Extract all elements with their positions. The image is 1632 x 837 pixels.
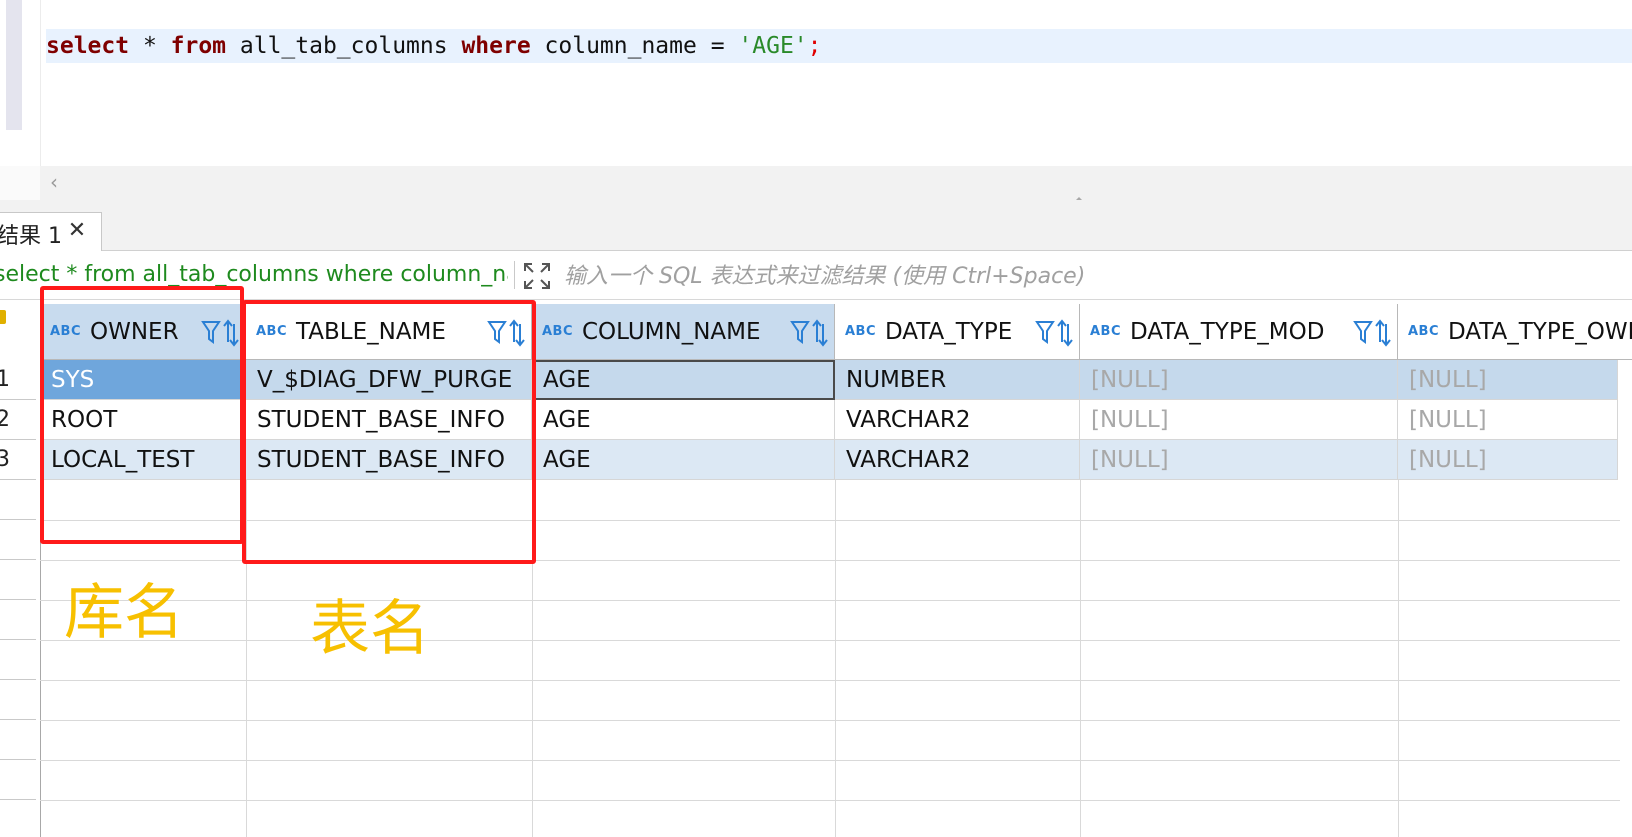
row-number[interactable]: 3 (0, 440, 36, 480)
row-number-empty (0, 800, 36, 837)
lock-icon (0, 310, 6, 324)
sql-keyword-from: from (170, 33, 227, 59)
filter-expression-input[interactable] (562, 257, 1626, 295)
grid-line (40, 760, 1620, 761)
cell-column-name[interactable]: AGE (532, 400, 835, 440)
column-header-data-type-mod[interactable]: ABC DATA_TYPE_MOD (1080, 304, 1398, 360)
row-number[interactable]: 2 (0, 400, 36, 440)
sql-condition: column_name = (530, 33, 739, 59)
row-number-empty (0, 760, 36, 800)
scroll-corner (0, 166, 40, 200)
column-header-label: DATA_TYPE_OWNER (1448, 319, 1632, 345)
filter-sort-icon[interactable] (1353, 318, 1391, 348)
cell-data-type-owner[interactable]: [NULL] (1398, 360, 1618, 400)
grid-line (40, 680, 1620, 681)
filter-sort-icon[interactable] (1035, 318, 1073, 348)
grid-line (835, 480, 836, 837)
column-header-label: COLUMN_NAME (582, 319, 761, 345)
sql-keyword-select: select (46, 33, 130, 59)
row-number-empty (0, 720, 36, 760)
row-number-empty (0, 520, 36, 560)
column-header-data-type[interactable]: ABC DATA_TYPE (835, 304, 1080, 360)
cell-column-name[interactable]: AGE (532, 440, 835, 480)
current-line-marker (6, 0, 22, 130)
row-number-empty (0, 560, 36, 600)
row-number-column: 1 2 3 (0, 300, 41, 837)
sql-string-literal: 'AGE' (738, 33, 808, 59)
tab-label: 结果 1 (0, 224, 62, 249)
column-header-data-type-owner[interactable]: ABC DATA_TYPE_OWNER (1398, 304, 1632, 360)
owner-annotation: 库名 (64, 578, 184, 648)
text-type-icon: ABC (1090, 324, 1122, 339)
column-header-column-name[interactable]: ABC COLUMN_NAME (532, 304, 835, 360)
owner-highlight-box (40, 286, 244, 544)
filter-bar: select * from all_tab_columns where colu… (0, 251, 1632, 300)
column-header-label: DATA_TYPE (885, 319, 1013, 345)
row-number-empty (0, 480, 36, 520)
sql-star: * (129, 33, 171, 59)
text-type-icon: ABC (1408, 324, 1440, 339)
result-tab-bar (0, 200, 1632, 251)
cell-column-name[interactable]: AGE (532, 360, 835, 400)
grid-line (1080, 480, 1081, 837)
grid-line (40, 640, 1620, 641)
row-number[interactable]: 1 (0, 360, 36, 400)
grid-line (40, 720, 1620, 721)
row-number-empty (0, 600, 36, 640)
row-number-empty (0, 640, 36, 680)
grid-line (1398, 480, 1399, 837)
cell-data-type-mod[interactable]: [NULL] (1080, 360, 1398, 400)
cell-data-type[interactable]: NUMBER (835, 360, 1080, 400)
table-name-annotation: 表名 (310, 594, 430, 664)
filter-sort-icon[interactable] (790, 318, 828, 348)
sql-editor[interactable]: select * from all_tab_columns where colu… (0, 0, 1632, 166)
grid-line (40, 600, 1620, 601)
cell-data-type-mod[interactable]: [NULL] (1080, 440, 1398, 480)
sql-statement[interactable]: select * from all_tab_columns where colu… (46, 30, 822, 62)
cell-data-type[interactable]: VARCHAR2 (835, 440, 1080, 480)
cell-data-type-mod[interactable]: [NULL] (1080, 400, 1398, 440)
cell-data-type[interactable]: VARCHAR2 (835, 400, 1080, 440)
row-number-empty (0, 680, 36, 720)
scroll-left-icon[interactable]: ‹ (50, 170, 58, 194)
cell-data-type-owner[interactable]: [NULL] (1398, 400, 1618, 440)
text-type-icon: ABC (845, 324, 877, 339)
text-type-icon: ABC (542, 324, 574, 339)
column-header-label: DATA_TYPE_MOD (1130, 319, 1325, 345)
close-icon[interactable]: ✕ (65, 219, 89, 243)
editor-gutter (0, 0, 41, 166)
sql-keyword-where: where (461, 33, 531, 59)
cell-data-type-owner[interactable]: [NULL] (1398, 440, 1618, 480)
tab-result-1[interactable]: 结果 1 ✕ (0, 212, 102, 251)
expand-icon[interactable] (522, 261, 552, 291)
table-name-highlight-box (242, 300, 536, 564)
sql-semicolon: ; (807, 33, 822, 59)
grid-line (40, 800, 1620, 801)
editor-horizontal-scrollbar[interactable]: ‹ (0, 166, 1632, 200)
active-query-text: select * from all_tab_columns where colu… (0, 262, 508, 287)
sql-table-name: all_tab_columns (226, 33, 462, 59)
filter-divider (514, 261, 515, 289)
